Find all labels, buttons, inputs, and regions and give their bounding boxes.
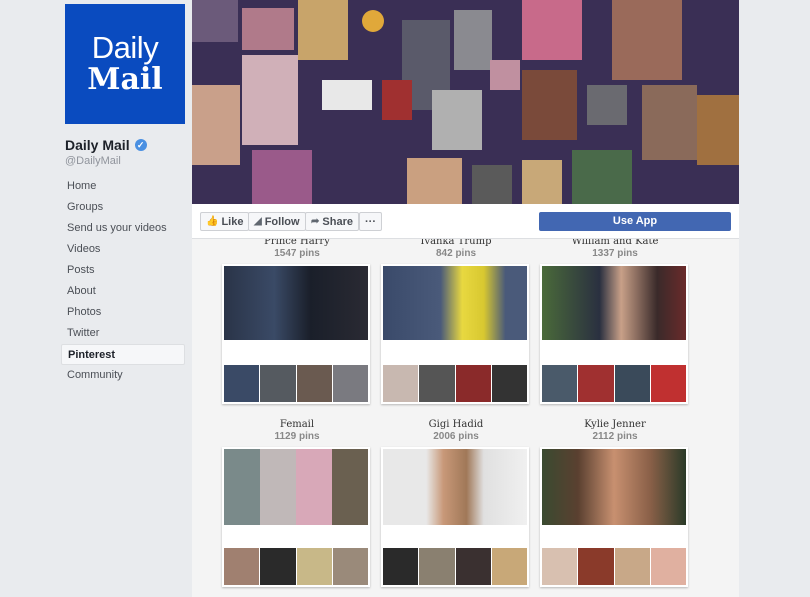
board-title[interactable]: Prince Harry — [222, 239, 372, 248]
sidebar-item-community[interactable]: Community — [61, 365, 185, 386]
cover-tile — [642, 85, 697, 160]
cover-tile — [697, 95, 739, 165]
thumbs-up-icon: 👍 — [206, 215, 219, 227]
board-thumbnails — [224, 548, 368, 585]
like-button[interactable]: 👍 Like — [200, 212, 250, 231]
board-cover-image — [542, 266, 686, 340]
board-card-femail[interactable] — [222, 447, 370, 587]
cover-tile — [490, 60, 520, 90]
board-thumbnails — [542, 365, 686, 402]
board-pin-count: 2112 pins — [592, 431, 638, 442]
cover-photo[interactable] — [192, 0, 739, 204]
sidebar-item-posts[interactable]: Posts — [61, 260, 185, 281]
cover-tile — [242, 55, 298, 145]
page-handle: @DailyMail — [65, 155, 121, 167]
cover-tile — [522, 160, 562, 204]
board-title[interactable]: Kylie Jenner — [540, 419, 690, 431]
cover-tile — [522, 70, 577, 140]
sidebar-item-groups[interactable]: Groups — [61, 197, 185, 218]
sidebar-item-home[interactable]: Home — [61, 176, 185, 197]
more-dots-icon: ··· — [365, 215, 376, 228]
follow-label: Follow — [264, 215, 300, 228]
board-pin-count: 1547 pins — [274, 248, 320, 259]
board-card-william-and-kate[interactable] — [540, 264, 688, 404]
board-thumbnails — [542, 548, 686, 585]
board-pin-count: 842 pins — [435, 248, 477, 259]
board-cover-image — [383, 266, 527, 340]
rss-icon: ◢ — [254, 215, 262, 227]
like-label: Like — [221, 215, 244, 228]
verified-badge-icon: ✓ — [134, 139, 147, 151]
sidebar-item-twitter[interactable]: Twitter — [61, 323, 185, 344]
sidebar-item-pinterest[interactable]: Pinterest — [61, 344, 185, 365]
cover-tile — [362, 10, 384, 32]
logo-word-daily: Daily — [91, 30, 159, 65]
board-card-kylie-jenner[interactable] — [540, 447, 688, 587]
sidebar-nav: Home Groups Send us your videos Videos P… — [61, 176, 185, 386]
cover-tile — [407, 158, 462, 204]
cover-tile — [382, 80, 412, 120]
board-cover-image — [224, 266, 368, 340]
cover-tile — [192, 85, 240, 165]
board-title[interactable]: Femail — [222, 419, 372, 431]
cover-tile — [432, 90, 482, 150]
cover-tile — [522, 0, 582, 60]
board-title[interactable]: Gigi Hadid — [381, 419, 531, 431]
sidebar-item-about[interactable]: About — [61, 281, 185, 302]
cover-tile — [192, 0, 238, 42]
pinterest-boards: Prince Harry 1547 pins Ivanka Trump 842 … — [192, 239, 739, 597]
board-pin-count: 1129 pins — [274, 431, 320, 442]
board-thumbnails — [224, 365, 368, 402]
more-button[interactable]: ··· — [359, 212, 382, 231]
board-thumbnails — [383, 548, 527, 585]
cover-tile — [242, 8, 294, 50]
share-arrow-icon: ➦ — [311, 215, 320, 227]
board-cover-image — [224, 449, 368, 525]
cover-tile — [252, 150, 312, 204]
sidebar-item-photos[interactable]: Photos — [61, 302, 185, 323]
sidebar-item-send-videos[interactable]: Send us your videos — [61, 218, 185, 239]
board-thumbnails — [383, 365, 527, 402]
cover-tile — [587, 85, 627, 125]
board-cover-image — [383, 449, 527, 525]
cover-tile — [572, 150, 632, 204]
daily-mail-logo[interactable]: Daily Mail — [65, 4, 185, 124]
cover-tile — [322, 80, 372, 110]
follow-button[interactable]: ◢ Follow — [248, 212, 306, 231]
board-title[interactable]: Ivanka Trump — [381, 239, 531, 248]
board-card-prince-harry[interactable] — [222, 264, 370, 404]
use-app-button[interactable]: Use App — [539, 212, 731, 231]
page-action-bar: 👍 Like ◢ Follow ➦ Share ··· Use App — [192, 204, 739, 239]
board-card-gigi-hadid[interactable] — [381, 447, 529, 587]
sidebar-item-videos[interactable]: Videos — [61, 239, 185, 260]
share-button[interactable]: ➦ Share — [305, 212, 359, 231]
board-cover-image — [542, 449, 686, 525]
cover-tile — [454, 10, 492, 70]
board-pin-count: 1337 pins — [592, 248, 638, 259]
cover-tile — [612, 0, 682, 80]
page-name[interactable]: Daily Mail ✓ — [65, 137, 147, 153]
share-label: Share — [322, 215, 353, 228]
cover-tile — [472, 165, 512, 204]
cover-tile — [298, 0, 348, 60]
board-card-ivanka-trump[interactable] — [381, 264, 529, 404]
logo-word-mail: Mail — [87, 62, 163, 97]
page-name-text: Daily Mail — [65, 137, 130, 153]
board-title[interactable]: William and Kate — [540, 239, 690, 248]
board-pin-count: 2006 pins — [433, 431, 479, 442]
